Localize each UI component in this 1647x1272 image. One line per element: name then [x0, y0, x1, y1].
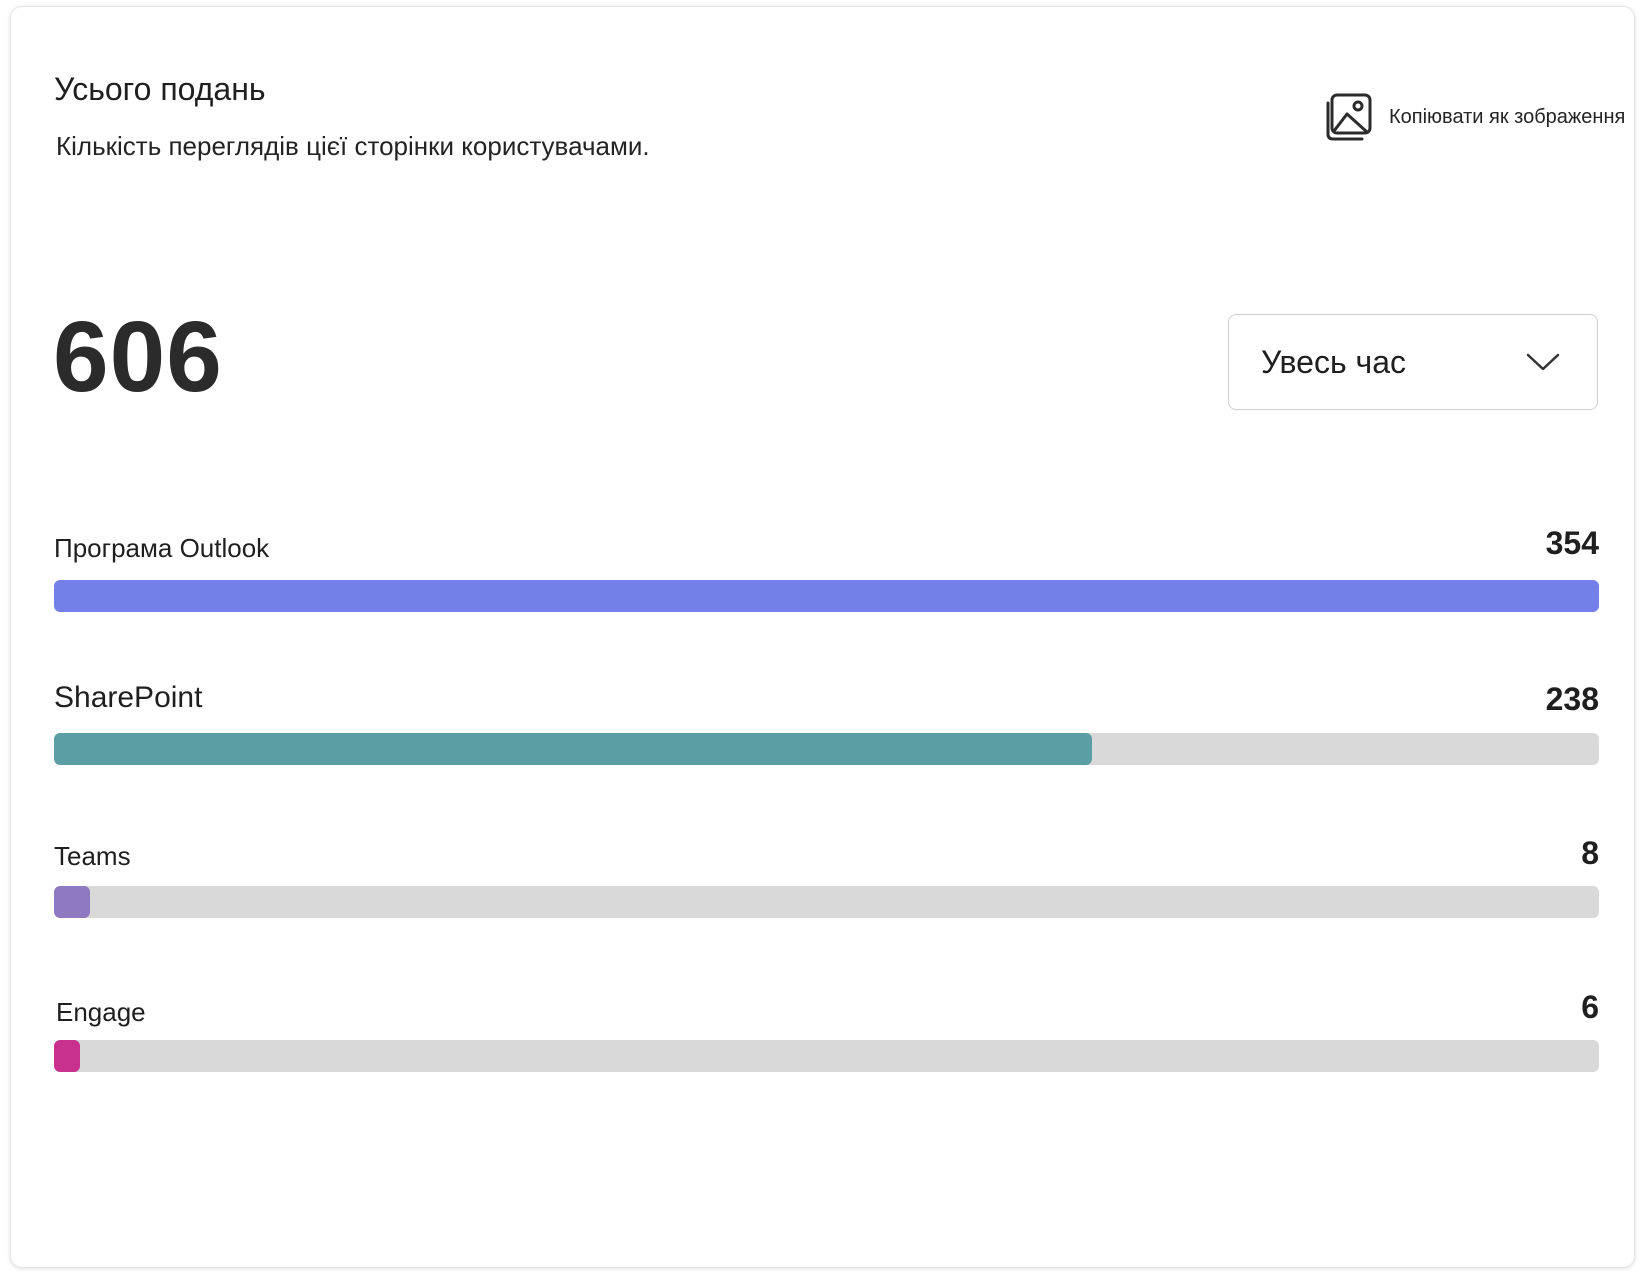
- breakdown-count: 238: [1545, 681, 1599, 717]
- breakdown-bar-track: [54, 580, 1599, 612]
- period-dropdown[interactable]: Увесь час: [1228, 314, 1598, 410]
- chevron-down-icon: [1526, 353, 1560, 371]
- copy-as-image-label: Копіювати як зображення: [1389, 105, 1626, 128]
- breakdown-bar-fill: [54, 886, 90, 918]
- copy-as-image-button[interactable]: Копіювати як зображення: [1321, 87, 1625, 147]
- breakdown-label: Teams: [54, 841, 131, 871]
- breakdown-count: 8: [1581, 835, 1599, 871]
- breakdown-label: SharePoint: [54, 681, 203, 714]
- breakdown-bar-fill: [54, 1040, 81, 1072]
- breakdown-bar-track: [54, 733, 1599, 765]
- total-count: 606: [53, 301, 223, 413]
- breakdown-count: 6: [1581, 989, 1599, 1025]
- breakdown-bar-fill: [54, 733, 1093, 765]
- breakdown-label: Engage: [56, 997, 146, 1027]
- card-title: Усього подань: [54, 71, 266, 107]
- breakdown-label: Програма Outlook: [54, 533, 270, 563]
- period-dropdown-value: Увесь час: [1261, 343, 1406, 380]
- breakdown-bar-track: [54, 1040, 1599, 1072]
- breakdown-count: 354: [1545, 525, 1599, 561]
- card-subtitle: Кількість переглядів цієї сторінки корис…: [56, 131, 650, 161]
- breakdown-bar-track: [54, 886, 1599, 918]
- submissions-card: Усього подань Кількість переглядів цієї …: [10, 6, 1635, 1268]
- breakdown-bar-fill: [54, 580, 1599, 612]
- image-copy-icon: [1321, 90, 1375, 144]
